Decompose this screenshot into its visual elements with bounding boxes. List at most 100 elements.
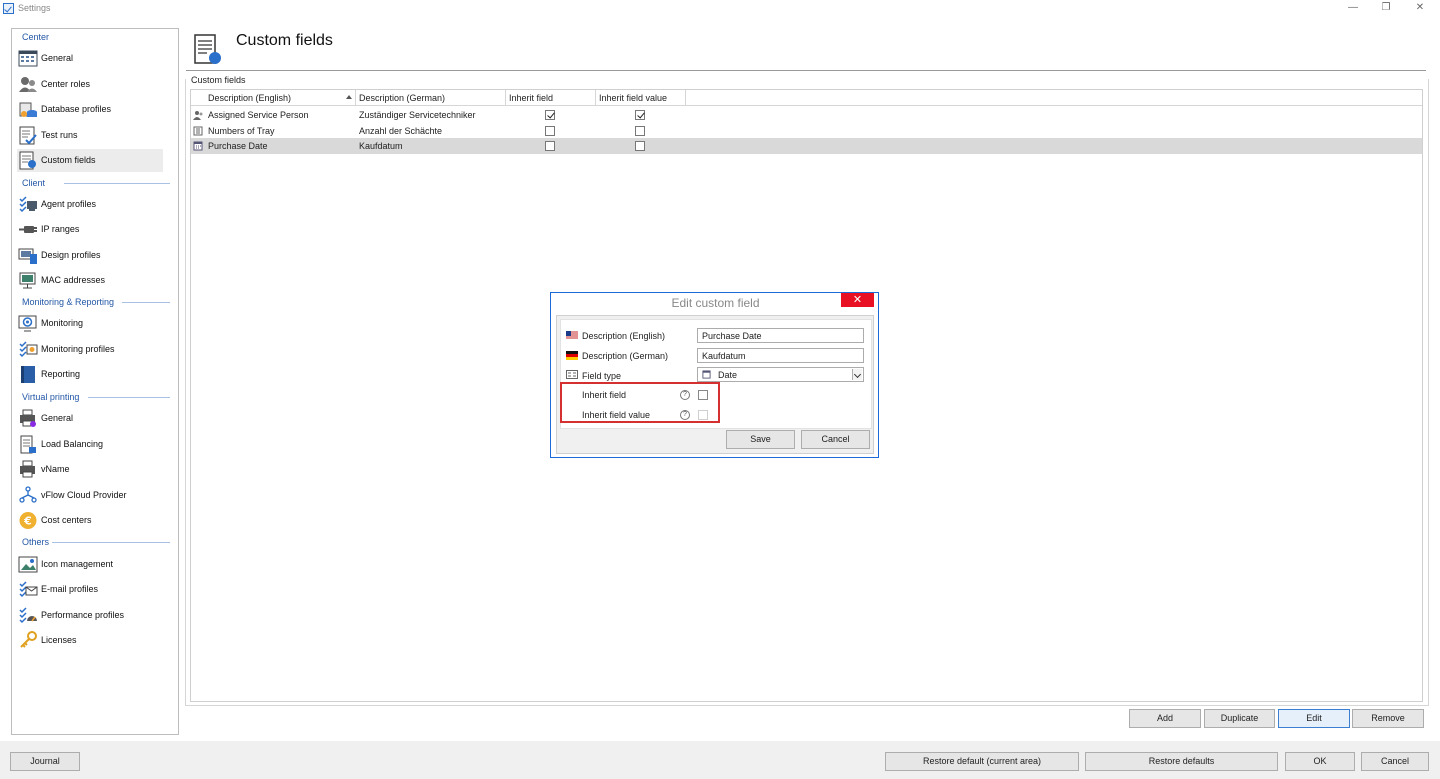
sidebar-item-center-roles[interactable]: Center roles [17,73,163,96]
restore-defaults-button[interactable]: Restore defaults [1085,752,1278,771]
email-profiles-icon [19,581,38,598]
sidebar-item-load-balancing[interactable]: Load Balancing [17,433,163,456]
duplicate-button[interactable]: Duplicate [1204,709,1275,728]
sidebar-item-label: Database profiles [41,104,112,114]
cancel-button[interactable]: Cancel [1361,752,1429,771]
table-row[interactable]: Purchase Date Kaufdatum [191,138,1422,154]
cell-description-german: Anzahl der Schächte [359,126,443,136]
performance-profiles-icon [19,607,37,624]
section-header-client: Client [22,178,46,188]
sidebar-item-monitoring-profiles[interactable]: Monitoring profiles [17,338,163,361]
sidebar-item-label: Monitoring profiles [41,344,115,354]
journal-button[interactable]: Journal [10,752,80,771]
settings-sidebar: Center General Center roles Database pro… [11,28,179,735]
column-header-label: Inherit field value [599,93,668,103]
sidebar-item-licenses[interactable]: Licenses [17,629,163,652]
sidebar-item-design-profiles[interactable]: Design profiles [17,244,163,267]
inherit-field-value-checkbox[interactable] [635,126,645,136]
cell-description-german: Zuständiger Servicetechniker [359,110,476,120]
sidebar-item-label: Design profiles [41,250,101,260]
custom-fields-icon [19,151,36,170]
vname-icon [20,460,35,478]
window-titlebar: Settings — ❐ ✕ [0,0,1440,18]
inherit-field-checkbox[interactable] [545,141,555,151]
monitoring-icon [18,315,37,332]
sidebar-item-label: General [41,413,74,423]
svg-text:€: € [23,515,32,528]
section-divider [52,542,170,543]
sidebar-item-label: E-mail profiles [41,584,99,594]
sidebar-item-test-runs[interactable]: Test runs [17,124,163,147]
sidebar-item-vname[interactable]: vName [17,458,163,481]
close-window-button[interactable]: ✕ [1408,1,1432,15]
table-row[interactable]: Numbers of Tray Anzahl der Schächte [191,123,1422,139]
field-type-select[interactable]: Date [697,367,864,382]
dialog-save-button[interactable]: Save [726,430,795,449]
restore-button[interactable]: ❐ [1374,1,1398,15]
sidebar-item-cost-centers[interactable]: € Cost centers [17,509,163,532]
ip-ranges-icon [19,226,37,233]
sidebar-item-label: vName [41,464,70,474]
edit-button[interactable]: Edit [1278,709,1350,728]
vflow-icon [19,486,37,503]
sidebar-item-database-profiles[interactable]: Database profiles [17,98,163,121]
sidebar-item-mac-addresses[interactable]: MAC addresses [17,269,163,292]
field-type-value: Date [718,370,738,380]
sidebar-item-agent-profiles[interactable]: Agent profiles [17,193,163,216]
sidebar-item-reporting[interactable]: Reporting [17,363,163,386]
users-icon [19,77,37,92]
description-german-label: Description (German) [582,351,669,361]
sidebar-item-label: Center roles [41,79,91,89]
header-divider [186,70,1426,71]
column-header-inherit-field-value[interactable]: Inherit field value [596,90,686,106]
inherit-field-value-checkbox[interactable] [635,141,645,151]
calendar-icon [702,370,711,379]
sidebar-item-ip-ranges[interactable]: IP ranges [17,218,163,241]
section-header-virtual-printing: Virtual printing [22,392,80,402]
chevron-down-icon[interactable] [852,369,862,380]
column-header-description-german[interactable]: Description (German) [356,90,506,106]
description-german-input[interactable]: Kaufdatum [697,348,864,363]
inherit-field-value-checkbox[interactable] [635,110,645,120]
monitoring-profiles-icon [19,341,38,358]
column-header-description-english[interactable]: Description (English) [191,90,356,106]
icon-management-icon [18,556,38,573]
sidebar-item-label: Monitoring [41,318,84,328]
sidebar-item-monitoring[interactable]: Monitoring [17,312,163,335]
table-header: Description (English) Description (Germa… [191,90,1422,106]
sidebar-item-icon-management[interactable]: Icon management [17,553,163,576]
sidebar-item-custom-fields[interactable]: Custom fields [17,149,163,172]
reporting-icon [21,366,35,383]
dialog-close-button[interactable]: ✕ [841,293,874,307]
sidebar-item-label: Licenses [41,635,77,645]
sidebar-item-performance-profiles[interactable]: Performance profiles [17,604,163,627]
remove-button[interactable]: Remove [1352,709,1424,728]
sidebar-item-label: General [41,53,74,63]
sidebar-item-label: MAC addresses [41,275,106,285]
ok-button[interactable]: OK [1285,752,1355,771]
restore-default-current-area-button[interactable]: Restore default (current area) [885,752,1079,771]
minimize-button[interactable]: — [1341,1,1365,15]
column-header-label: Inherit field [509,93,554,103]
dialog-cancel-button[interactable]: Cancel [801,430,870,449]
inherit-field-checkbox[interactable] [545,110,555,120]
sidebar-item-general[interactable]: General [17,47,163,70]
sidebar-item-label: Load Balancing [41,439,104,449]
window-title: Settings [18,3,51,13]
agent-profiles-icon [19,196,37,213]
inherit-field-checkbox[interactable] [545,126,555,136]
sidebar-item-email-profiles[interactable]: E-mail profiles [17,578,163,601]
cell-description-english: Assigned Service Person [208,110,309,120]
column-header-inherit-field[interactable]: Inherit field [506,90,596,106]
cell-description-english: Numbers of Tray [208,126,275,136]
annotation-highlight-box [560,382,720,423]
sidebar-item-vflow-cloud-provider[interactable]: vFlow Cloud Provider [17,484,163,507]
description-english-input[interactable]: Purchase Date [697,328,864,343]
sidebar-item-label: Custom fields [41,155,96,165]
field-type-label: Field type [582,371,622,381]
table-row[interactable]: Assigned Service Person Zuständiger Serv… [191,107,1422,123]
add-button[interactable]: Add [1129,709,1201,728]
page-title: Custom fields [236,32,333,49]
description-english-label: Description (English) [582,331,666,341]
sidebar-item-vp-general[interactable]: General [17,407,163,430]
